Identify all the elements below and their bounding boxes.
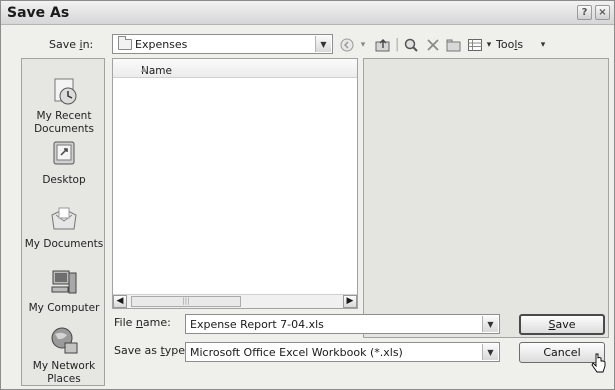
place-my-recent-documents[interactable]: My Recent Documents — [22, 75, 106, 136]
close-button[interactable]: × — [595, 5, 610, 20]
folder-icon — [118, 36, 132, 50]
up-folder-icon[interactable] — [375, 37, 391, 53]
save-as-dialog: Save As ? × Save in: Expenses ▼ ▾ | ▾ To… — [0, 0, 615, 390]
save-as-type-label: Save as type: — [114, 344, 189, 357]
chevron-down-icon[interactable]: ▼ — [482, 344, 498, 360]
my-documents-icon — [51, 207, 77, 230]
place-my-computer[interactable]: My Computer — [22, 267, 106, 315]
file-name-value: Expense Report 7-04.xls — [190, 318, 324, 331]
desktop-icon — [53, 141, 75, 165]
file-name-input[interactable]: Expense Report 7-04.xls ▼ — [185, 314, 500, 334]
sort-ascending-icon: ▲ — [141, 65, 147, 73]
delete-icon[interactable] — [425, 37, 441, 53]
views-dropdown-icon[interactable]: ▾ — [485, 37, 493, 53]
place-desktop[interactable]: Desktop — [22, 139, 106, 187]
scroll-left-icon[interactable]: ◀ — [113, 295, 127, 308]
my-network-places-icon — [51, 327, 78, 354]
save-in-label: Save in: — [49, 38, 94, 51]
file-list[interactable]: Name ▲ ◀ ||| ▶ — [112, 58, 358, 309]
file-name-label: File name: — [114, 316, 171, 329]
views-icon[interactable] — [467, 37, 483, 53]
tools-menu[interactable]: Tools — [496, 38, 523, 51]
places-bar: My Recent Documents Desktop My Documents… — [21, 58, 105, 386]
recent-documents-icon — [54, 78, 77, 105]
scroll-right-icon[interactable]: ▶ — [343, 295, 357, 308]
new-folder-icon[interactable] — [446, 37, 462, 53]
place-my-network-places[interactable]: My Network Places — [22, 325, 106, 386]
tools-dropdown-icon[interactable]: ▾ — [539, 37, 547, 53]
back-dropdown-icon[interactable]: ▾ — [359, 37, 367, 53]
mouse-pointer-icon — [591, 353, 606, 373]
title-bar[interactable]: Save As ? × — [1, 1, 614, 25]
column-header-name[interactable]: Name ▲ — [113, 59, 357, 78]
place-my-documents[interactable]: My Documents — [22, 203, 106, 251]
my-computer-icon — [51, 270, 77, 294]
save-as-type-value: Microsoft Office Excel Workbook (*.xls) — [190, 346, 403, 359]
chevron-down-icon[interactable]: ▼ — [315, 36, 331, 52]
save-in-combo[interactable]: Expenses ▼ — [112, 34, 333, 54]
chevron-down-icon[interactable]: ▼ — [482, 316, 498, 332]
dialog-title: Save As — [7, 5, 70, 21]
save-as-type-select[interactable]: Microsoft Office Excel Workbook (*.xls) … — [185, 342, 500, 362]
preview-pane — [363, 58, 609, 338]
search-web-icon[interactable] — [403, 37, 419, 53]
save-button[interactable]: Save — [519, 314, 605, 335]
save-in-value: Expenses — [135, 38, 188, 51]
help-button[interactable]: ? — [577, 5, 592, 20]
back-icon[interactable] — [339, 37, 355, 53]
toolbar-divider: | — [395, 37, 400, 52]
scrollbar-thumb[interactable]: ||| — [131, 296, 241, 307]
horizontal-scrollbar[interactable]: ◀ ||| ▶ — [113, 294, 357, 308]
